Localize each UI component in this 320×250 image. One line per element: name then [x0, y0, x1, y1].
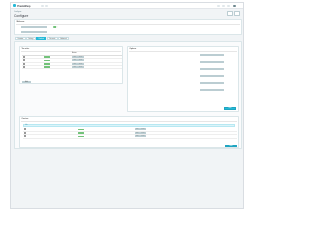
add-button[interactable]: Add — [22, 80, 31, 84]
edit-button[interactable]: Edit — [134, 128, 140, 131]
carriers-table: Enabled Edit Delete Enabled Edit Delete En… — [23, 128, 237, 139]
option-input-5[interactable] — [200, 82, 224, 85]
panel-title: Options — [129, 47, 137, 50]
tax-table: Actions Enabled Edit Delete Enabled Edit D… — [22, 52, 122, 70]
option-input-1[interactable] — [200, 54, 224, 57]
edit-button[interactable]: Edit — [72, 66, 78, 69]
tab-products[interactable]: Products — [36, 37, 47, 41]
status-badge: Enabled — [44, 56, 51, 58]
edit-button[interactable]: Edit — [134, 135, 140, 138]
header-action-button-1[interactable] — [227, 11, 233, 16]
row-checkbox[interactable] — [22, 66, 25, 69]
save-button[interactable]: Save — [225, 144, 237, 148]
setting-input-1[interactable] — [21, 26, 47, 29]
panel-welcome: Welcome — [14, 19, 242, 35]
delete-button[interactable]: Delete — [139, 128, 147, 131]
panel-options: Options Save — [127, 46, 239, 112]
status-badge: Enabled — [77, 135, 84, 138]
panel-title: Carriers — [21, 117, 29, 120]
row-checkbox[interactable] — [23, 135, 26, 138]
tab-advanced[interactable]: Advanced — [58, 37, 70, 41]
status-badge: Enabled — [77, 128, 84, 131]
delete-button[interactable]: Delete — [139, 132, 147, 135]
status-badge: Enabled — [44, 66, 51, 69]
delete-button[interactable]: Delete — [77, 56, 84, 59]
panel-carriers: Carriers Info Enabled Edit Delete Enabled… — [19, 116, 239, 148]
app-window: PrestaShop Configure Configure Welcome O… — [10, 2, 244, 209]
tab-overview[interactable]: Overview — [15, 37, 26, 41]
table-row: Enabled Edit Delete — [23, 134, 237, 139]
help-icon[interactable] — [227, 4, 230, 8]
breadcrumb[interactable]: Configure — [14, 11, 21, 13]
panel-title: Tax rules — [21, 47, 30, 50]
row-checkbox[interactable] — [22, 55, 25, 58]
option-input-4[interactable] — [200, 75, 224, 78]
setting-toggle[interactable] — [53, 26, 58, 29]
setting-input-2[interactable] — [21, 30, 47, 33]
info-alert: Info — [23, 124, 235, 127]
option-input-6[interactable] — [200, 89, 224, 92]
status-badge: Enabled — [77, 132, 84, 134]
quick-access-icon[interactable] — [45, 4, 48, 8]
delete-button[interactable]: Delete — [77, 59, 84, 62]
option-input-2[interactable] — [200, 61, 224, 64]
tab-content: Tax rules Actions Enabled Edit Delete En… — [14, 41, 242, 149]
shop-icon[interactable] — [222, 4, 225, 8]
row-checkbox[interactable] — [23, 128, 26, 131]
save-button[interactable]: Save — [224, 107, 236, 110]
avatar[interactable] — [233, 4, 236, 8]
delete-button[interactable]: Delete — [77, 66, 84, 69]
edit-button[interactable]: Edit — [72, 59, 78, 62]
edit-button[interactable]: Edit — [72, 62, 78, 65]
table-row: Enabled Edit Delete — [22, 65, 122, 70]
notifications-icon[interactable] — [217, 4, 220, 8]
tab-settings[interactable]: Settings — [25, 37, 36, 41]
delete-button[interactable]: Delete — [139, 135, 147, 138]
header-action-button-2[interactable] — [234, 11, 240, 16]
panel-tax-rules: Tax rules Actions Enabled Edit Delete En… — [19, 46, 123, 84]
prestashop-logo-icon[interactable] — [13, 4, 17, 8]
row-checkbox[interactable] — [23, 131, 26, 134]
status-badge: Enabled — [44, 62, 51, 65]
edit-button[interactable]: Edit — [134, 132, 140, 135]
status-badge: Enabled — [44, 59, 51, 62]
panel-title: Welcome — [16, 20, 25, 23]
tab-discounts[interactable]: Discounts — [46, 37, 58, 41]
edit-button[interactable]: Edit — [72, 56, 78, 59]
menu-icon[interactable] — [41, 4, 44, 8]
row-checkbox[interactable] — [22, 59, 25, 62]
tabs: Overview Settings Products Discounts Adv… — [15, 37, 70, 41]
page-title: Configure — [14, 13, 29, 18]
brand-name: PrestaShop — [17, 4, 31, 8]
top-bar: PrestaShop — [11, 3, 243, 9]
option-input-3[interactable] — [200, 68, 224, 71]
delete-button[interactable]: Delete — [77, 62, 84, 65]
row-checkbox[interactable] — [22, 62, 25, 65]
